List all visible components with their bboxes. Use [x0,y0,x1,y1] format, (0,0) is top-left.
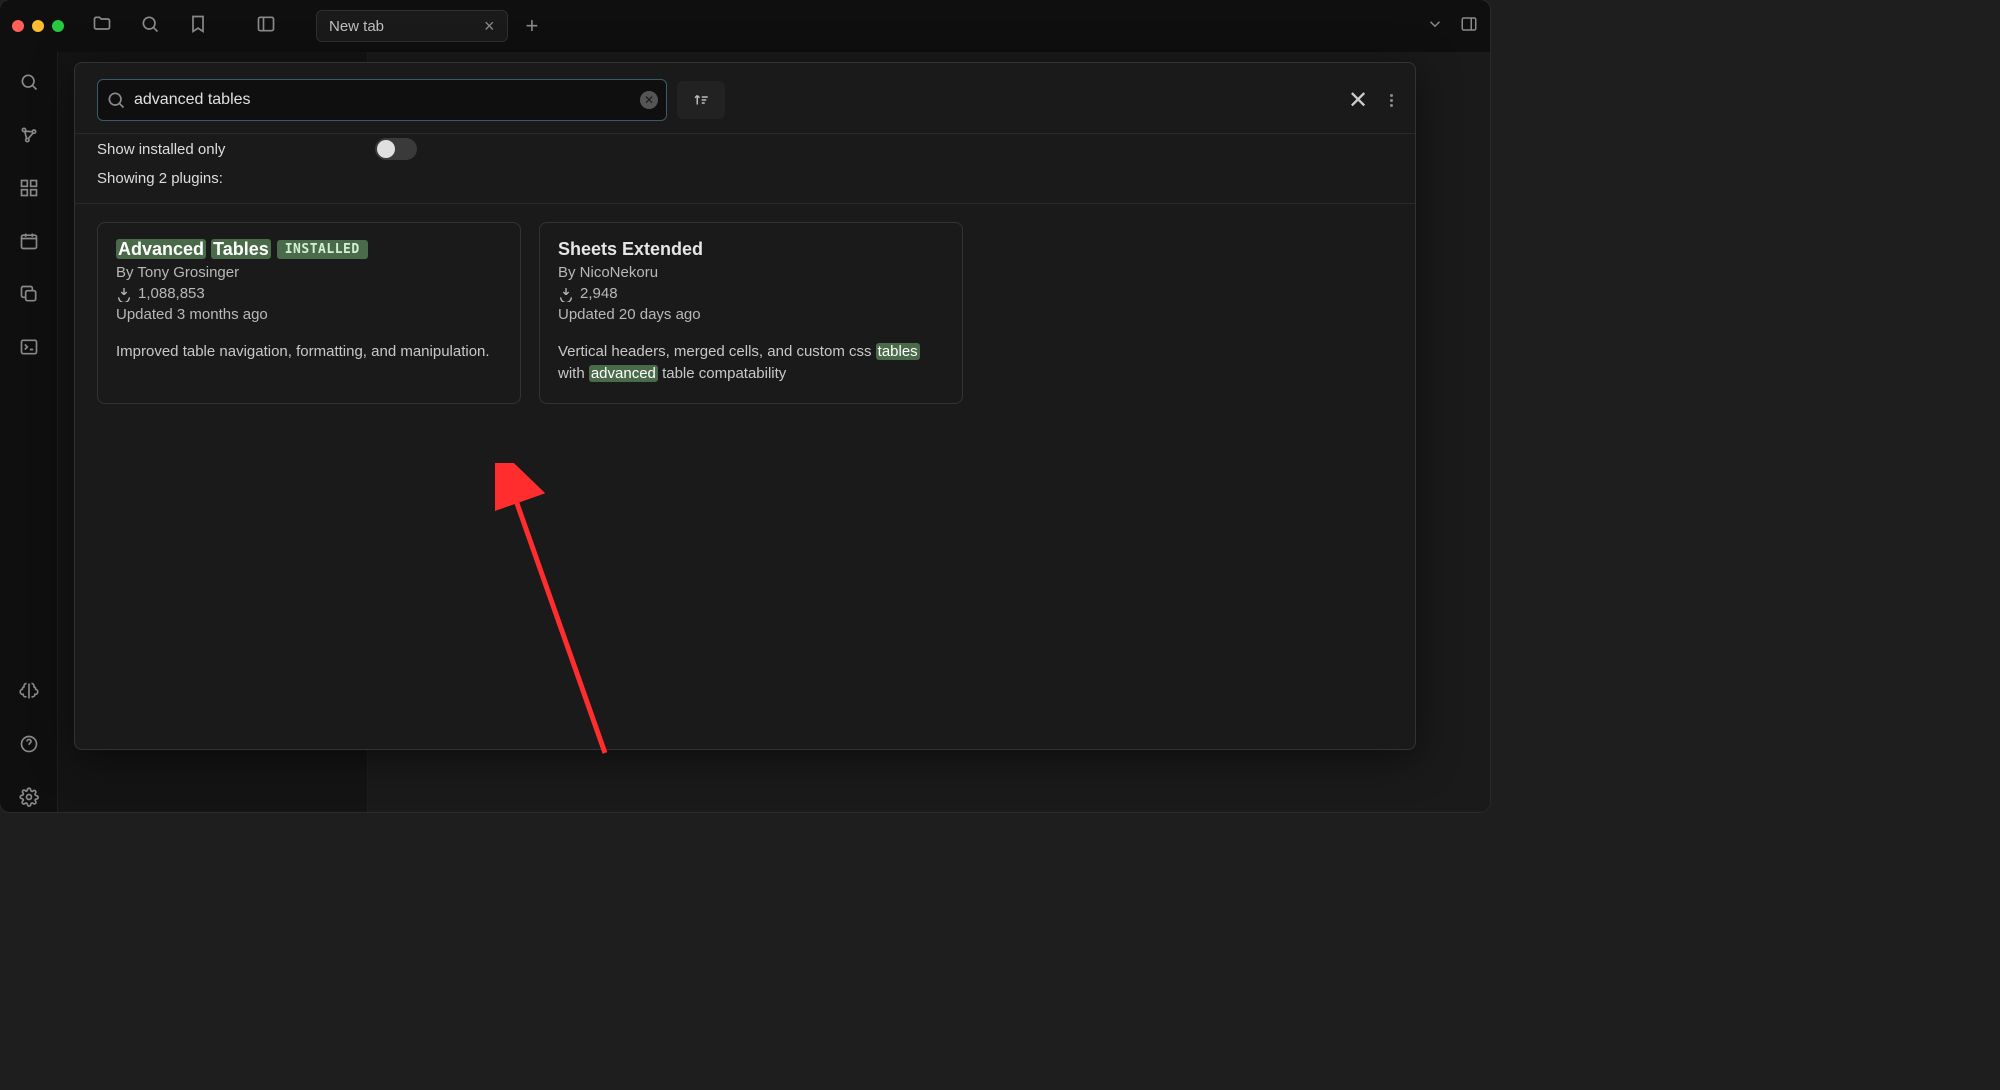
clear-search-button[interactable]: ✕ [640,91,658,109]
plugin-updated: Updated 20 days ago [558,306,944,323]
installed-only-toggle[interactable] [375,138,417,160]
plugin-title: Sheets Extended [558,239,944,260]
search-input[interactable] [134,91,640,109]
plugin-browser-modal: ✕ ✕ Show installed only Showing 2 plugin… [74,62,1416,750]
more-options-button[interactable] [1390,94,1393,107]
search-icon[interactable] [140,14,160,39]
app-window: New tab × + [0,0,1490,812]
help-icon[interactable] [19,734,39,759]
plugin-updated: Updated 3 months ago [116,306,502,323]
results-grid: Advanced Tables INSTALLED By Tony Grosin… [75,204,1415,422]
tab-new[interactable]: New tab × [316,10,508,42]
chevron-down-icon[interactable] [1426,15,1444,38]
plugin-author: By NicoNekoru [558,264,944,281]
installed-badge: INSTALLED [277,240,368,259]
copy-icon[interactable] [19,284,39,309]
left-rail [0,52,58,812]
installed-only-label: Show installed only [97,141,225,158]
sidebar-toggle-icon[interactable] [256,14,276,39]
tab-close-button[interactable]: × [484,17,495,35]
titlebar: New tab × + [0,0,1490,52]
plugin-card[interactable]: Advanced Tables INSTALLED By Tony Grosin… [97,222,521,404]
sort-icon [692,91,710,109]
quick-switcher-icon[interactable] [19,72,39,97]
download-icon [558,286,574,302]
close-modal-button[interactable]: ✕ [1344,86,1372,114]
canvas-icon[interactable] [19,178,39,203]
right-sidebar-toggle-icon[interactable] [1460,15,1478,38]
minimize-window-button[interactable] [32,20,44,32]
window-controls [12,20,64,32]
calendar-icon[interactable] [19,231,39,256]
search-icon [106,90,126,110]
sort-button[interactable] [677,81,725,119]
maximize-window-button[interactable] [52,20,64,32]
result-count: Showing 2 plugins: [75,160,1415,203]
download-icon [116,286,132,302]
plugin-title: Advanced Tables INSTALLED [116,239,502,260]
folder-icon[interactable] [92,14,112,39]
plugin-description: Improved table navigation, formatting, a… [116,341,502,363]
graph-icon[interactable] [19,125,39,150]
plugin-downloads: 2,948 [558,285,944,302]
brain-icon[interactable] [19,681,39,706]
terminal-icon[interactable] [19,337,39,362]
close-window-button[interactable] [12,20,24,32]
plugin-downloads: 1,088,853 [116,285,502,302]
plugin-card[interactable]: Sheets Extended By NicoNekoru 2,948 Upda… [539,222,963,404]
annotation-arrow [495,463,635,763]
titlebar-tools [92,14,276,39]
plugin-description: Vertical headers, merged cells, and cust… [558,341,944,385]
new-tab-button[interactable]: + [526,13,539,39]
plugin-author: By Tony Grosinger [116,264,502,281]
settings-icon[interactable] [19,787,39,812]
bookmark-icon[interactable] [188,14,208,39]
tab-title: New tab [329,18,384,35]
search-field[interactable]: ✕ [97,79,667,121]
